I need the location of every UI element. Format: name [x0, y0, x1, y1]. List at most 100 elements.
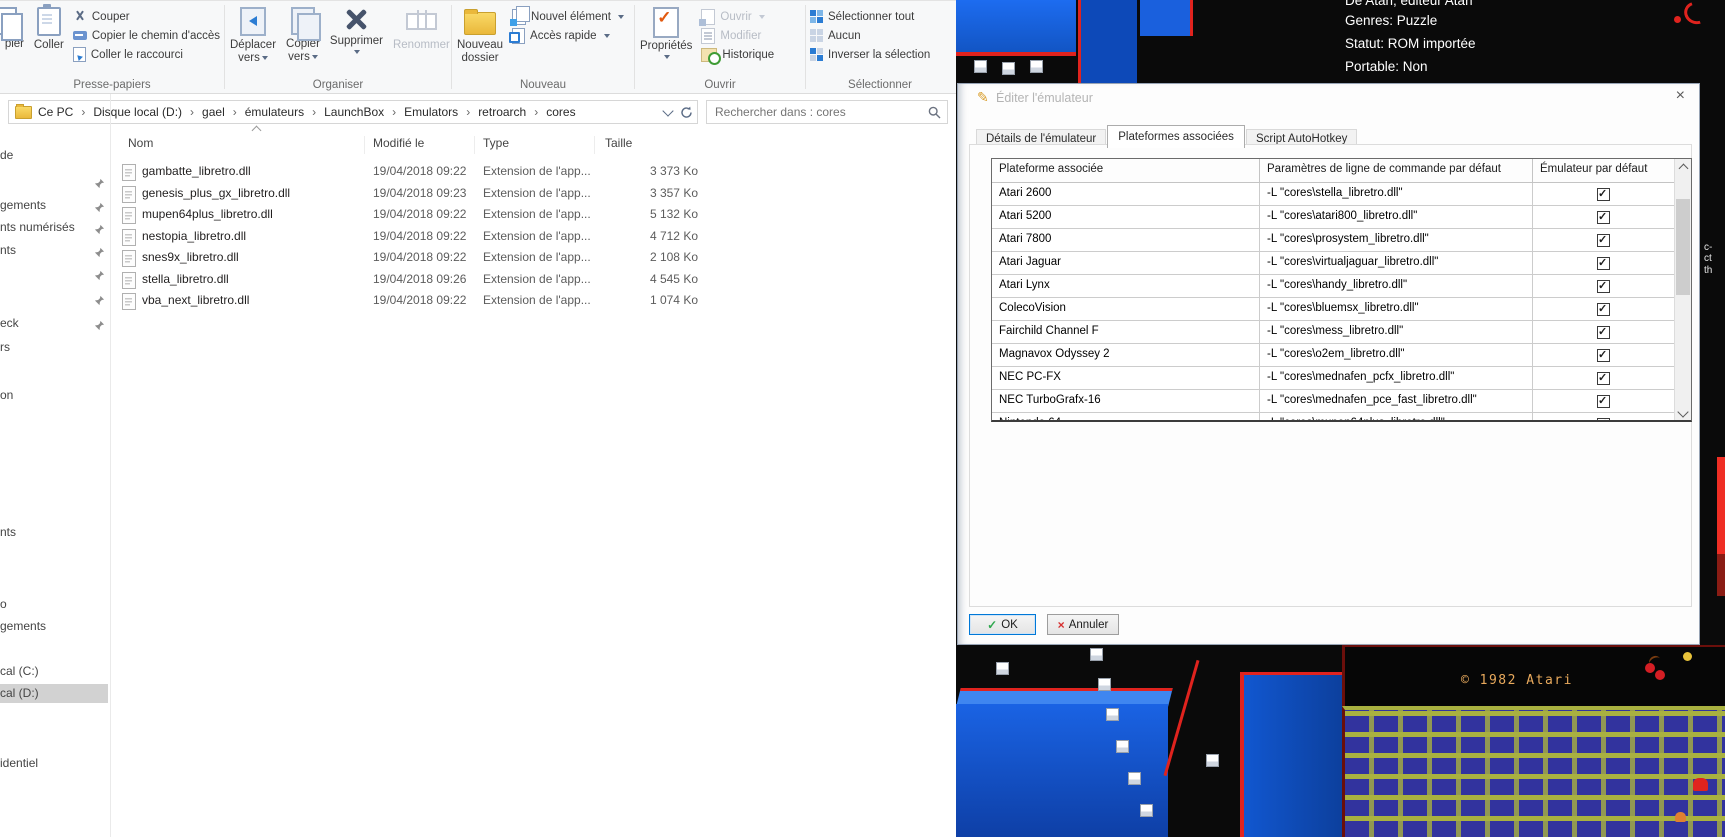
sidebar-item[interactable]: on	[0, 386, 108, 405]
platform-command-cell: -L "cores\o2em_libretro.dll"	[1260, 344, 1533, 366]
default-emulator-checkbox[interactable]	[1597, 279, 1610, 293]
historique-button[interactable]: Historique	[697, 45, 778, 65]
default-emulator-checkbox[interactable]	[1597, 394, 1610, 408]
sidebar-item[interactable]	[0, 264, 108, 283]
sidebar-item[interactable]: o	[0, 595, 108, 614]
acces-rapide-button[interactable]: Accès rapide	[508, 26, 628, 45]
column-header-modifie[interactable]: Modifié le	[373, 136, 475, 154]
copier-vers-button[interactable]: Copier vers	[281, 1, 325, 64]
table-scrollbar[interactable]	[1674, 159, 1691, 420]
breadcrumb-item[interactable]: Emulators	[404, 105, 478, 119]
platform-row[interactable]: NEC PC-FX -L "cores\mednafen_pcfx_libret…	[992, 367, 1691, 390]
column-header-type[interactable]: Type	[483, 136, 595, 154]
folder-icon	[15, 103, 32, 119]
scroll-up-icon[interactable]	[1675, 159, 1691, 175]
annuler-button[interactable]: × Annuler	[1047, 614, 1119, 635]
file-row[interactable]: vba_next_libretro.dll 19/04/2018 09:22 E…	[118, 290, 738, 312]
default-emulator-checkbox[interactable]	[1597, 302, 1610, 316]
default-emulator-checkbox[interactable]	[1597, 417, 1610, 420]
dll-file-icon	[122, 250, 136, 267]
sidebar-item[interactable]: identiel	[0, 754, 108, 773]
inverser-selection-button[interactable]: Inverser la sélection	[806, 45, 934, 64]
scrollbar-thumb[interactable]	[1676, 199, 1690, 295]
header-plateforme-associee[interactable]: Plateforme associée	[992, 159, 1260, 182]
ok-button[interactable]: ✓ OK	[969, 614, 1036, 635]
header-parametres-ligne-commande[interactable]: Paramètres de ligne de commande par défa…	[1260, 159, 1533, 182]
ribbon-group-organiser: Déplacer vers Copier vers Supprimer Reno…	[225, 1, 451, 93]
coller-button[interactable]: Coller	[29, 1, 69, 52]
platform-row[interactable]: Atari Jaguar -L "cores\virtualjaguar_lib…	[992, 252, 1691, 275]
column-header-nom[interactable]: Nom	[128, 136, 365, 154]
file-row[interactable]: nestopia_libretro.dll 19/04/2018 09:22 E…	[118, 226, 738, 248]
tab-plateformes-associees[interactable]: Plateformes associées	[1107, 125, 1245, 148]
search-input[interactable]: Rechercher dans : cores	[706, 100, 948, 124]
dropdown-caret-icon	[617, 15, 624, 22]
platform-row[interactable]: Fairchild Channel F -L "cores\mess_libre…	[992, 321, 1691, 344]
sidebar-item[interactable]	[0, 289, 108, 308]
sidebar-item-local-disk-d[interactable]: cal (D:)	[0, 684, 108, 703]
sidebar-item[interactable]: eck	[0, 314, 108, 333]
supprimer-button[interactable]: Supprimer	[325, 1, 388, 55]
search-icon[interactable]	[928, 106, 941, 122]
sidebar-item[interactable]: nts numérisés	[0, 218, 108, 237]
breadcrumb-item[interactable]: cores	[546, 105, 575, 119]
platform-row-partial[interactable]: Nintendo 64 -L "cores\mupen64plus_libret…	[992, 413, 1691, 420]
modifier-button[interactable]: Modifier	[697, 26, 778, 45]
platform-row[interactable]: Atari 5200 -L "cores\atari800_libretro.d…	[992, 206, 1691, 229]
file-size: 4 712 Ko	[649, 228, 698, 243]
sidebar-item[interactable]: gements	[0, 196, 108, 215]
sidebar-item-local-disk-c[interactable]: cal (C:)	[0, 662, 108, 681]
default-emulator-checkbox[interactable]	[1597, 348, 1610, 362]
column-header-taille[interactable]: Taille	[605, 136, 703, 154]
refresh-icon[interactable]	[680, 106, 693, 119]
sidebar-item[interactable]: rs	[0, 338, 108, 357]
sidebar-item[interactable]	[0, 172, 108, 191]
breadcrumb-box[interactable]: Ce PCDisque local (D:)gaelémulateursLaun…	[8, 100, 698, 124]
file-row[interactable]: mupen64plus_libretro.dll 19/04/2018 09:2…	[118, 204, 738, 226]
header-emulateur-par-defaut[interactable]: Émulateur par défaut	[1533, 159, 1674, 182]
file-row[interactable]: gambatte_libretro.dll 19/04/2018 09:22 E…	[118, 161, 738, 183]
coller-raccourci-button[interactable]: Coller le raccourci	[69, 45, 224, 64]
proprietes-button[interactable]: Propriétés	[635, 1, 697, 60]
scroll-down-icon[interactable]	[1675, 404, 1691, 420]
breadcrumb-item[interactable]: LaunchBox	[324, 105, 404, 119]
file-row[interactable]: genesis_plus_gx_libretro.dll 19/04/2018 …	[118, 183, 738, 205]
sidebar-item[interactable]: nts	[0, 523, 108, 542]
platform-row[interactable]: NEC TurboGrafx-16 -L "cores\mednafen_pce…	[992, 390, 1691, 413]
address-dropdown-icon[interactable]	[662, 105, 674, 117]
renommer-button[interactable]: Renommer	[388, 1, 455, 52]
default-emulator-checkbox[interactable]	[1597, 210, 1610, 224]
aucun-button[interactable]: Aucun	[806, 26, 934, 45]
default-emulator-checkbox[interactable]	[1597, 371, 1610, 385]
breadcrumb-item[interactable]: émulateurs	[245, 105, 324, 119]
sidebar-item[interactable]: de	[0, 146, 108, 165]
nouveau-dossier-button[interactable]: Nouveau dossier	[452, 1, 508, 65]
selectionner-tout-button[interactable]: Sélectionner tout	[806, 7, 934, 26]
sidebar-item[interactable]: gements	[0, 617, 108, 636]
breadcrumb-item[interactable]: Ce PC	[38, 105, 93, 119]
platform-row[interactable]: Atari 2600 -L "cores\stella_libretro.dll…	[992, 183, 1691, 206]
close-icon[interactable]: ×	[1676, 88, 1685, 104]
default-emulator-checkbox[interactable]	[1597, 325, 1610, 339]
couper-button[interactable]: Couper	[69, 7, 224, 26]
game-pellet	[974, 60, 987, 73]
platform-row[interactable]: Magnavox Odyssey 2 -L "cores\o2em_libret…	[992, 344, 1691, 367]
nouvel-element-button[interactable]: Nouvel élément	[508, 5, 628, 26]
default-emulator-checkbox[interactable]	[1597, 256, 1610, 270]
file-row[interactable]: snes9x_libretro.dll 19/04/2018 09:22 Ext…	[118, 247, 738, 269]
breadcrumb-item[interactable]: retroarch	[478, 105, 546, 119]
platform-row[interactable]: Atari Lynx -L "cores\handy_libretro.dll"	[992, 275, 1691, 298]
default-emulator-checkbox[interactable]	[1597, 187, 1610, 201]
platform-row[interactable]: Atari 7800 -L "cores\prosystem_libretro.…	[992, 229, 1691, 252]
copier-button[interactable]: pier	[0, 1, 29, 51]
game-info-portable: Portable: Non	[1345, 59, 1428, 74]
default-emulator-checkbox[interactable]	[1597, 233, 1610, 247]
sidebar-item[interactable]: nts	[0, 241, 108, 260]
deplacer-vers-button[interactable]: Déplacer vers	[225, 1, 281, 65]
ouvrir-button[interactable]: Ouvrir	[697, 7, 778, 26]
file-row[interactable]: stella_libretro.dll 19/04/2018 09:26 Ext…	[118, 269, 738, 291]
file-name: mupen64plus_libretro.dll	[142, 207, 273, 221]
platform-row[interactable]: ColecoVision -L "cores\bluemsx_libretro.…	[992, 298, 1691, 321]
breadcrumb-item[interactable]: gael	[202, 105, 245, 119]
copier-chemin-button[interactable]: Copier le chemin d'accès	[69, 26, 224, 45]
